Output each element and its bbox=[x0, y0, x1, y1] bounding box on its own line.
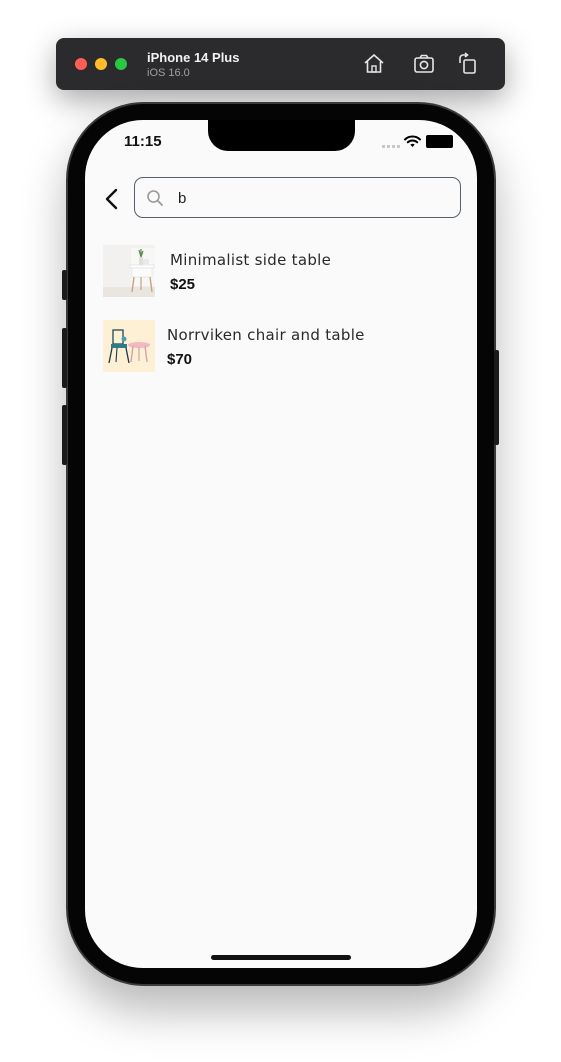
side-table-thumbnail bbox=[103, 245, 155, 297]
battery-icon bbox=[426, 135, 453, 148]
minimize-window-button[interactable] bbox=[95, 58, 107, 70]
chair-table-thumbnail bbox=[103, 320, 155, 372]
os-version: iOS 16.0 bbox=[147, 67, 190, 79]
screenshot-icon[interactable] bbox=[412, 52, 436, 76]
simulator-title-bar: iPhone 14 Plus iOS 16.0 bbox=[56, 38, 505, 90]
search-input[interactable] bbox=[178, 188, 448, 208]
product-price: $25 bbox=[170, 276, 196, 293]
zoom-window-button[interactable] bbox=[115, 58, 127, 70]
back-chevron-icon[interactable] bbox=[103, 187, 121, 211]
notch bbox=[208, 120, 355, 151]
search-icon bbox=[147, 190, 163, 206]
cellular-signal-icon bbox=[382, 145, 400, 148]
device-name: iPhone 14 Plus bbox=[147, 50, 240, 65]
close-window-button[interactable] bbox=[75, 58, 87, 70]
list-item[interactable]: Norrviken chair and table $70 bbox=[103, 320, 463, 374]
mute-switch bbox=[62, 270, 67, 300]
volume-up-button bbox=[62, 328, 67, 388]
power-button bbox=[494, 350, 499, 445]
volume-down-button bbox=[62, 405, 67, 465]
list-item[interactable]: Minimalist side table $25 bbox=[103, 245, 463, 299]
home-indicator[interactable] bbox=[211, 955, 351, 960]
wifi-icon bbox=[404, 135, 421, 147]
product-name: Norrviken chair and table bbox=[167, 326, 365, 344]
simulator-stage: iPhone 14 Plus iOS 16.0 11:15 b Minimali… bbox=[0, 0, 561, 1062]
status-time: 11:15 bbox=[124, 133, 162, 150]
product-name: Minimalist side table bbox=[170, 251, 332, 269]
product-price: $70 bbox=[167, 351, 193, 368]
home-icon[interactable] bbox=[362, 52, 386, 76]
rotate-icon[interactable] bbox=[456, 52, 480, 76]
